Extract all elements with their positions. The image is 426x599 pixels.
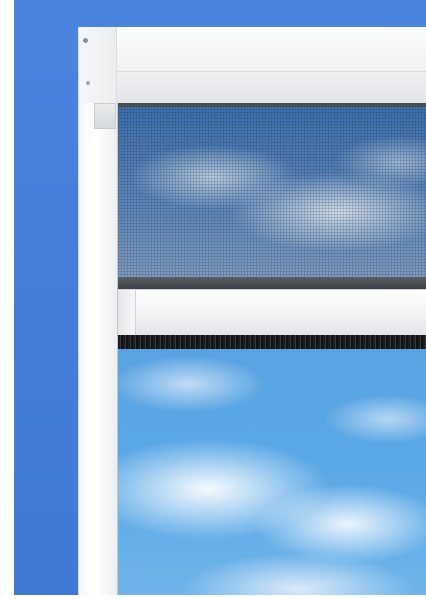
- pull-handle-bar: [118, 289, 426, 335]
- brush-seal: [118, 335, 426, 352]
- cassette-lip: [117, 71, 426, 103]
- sky-view: [118, 349, 426, 599]
- left-white-margin: [0, 0, 14, 599]
- window-screen-photo: [0, 0, 426, 599]
- roller-cassette: [78, 27, 426, 103]
- screw-icon: [86, 81, 90, 85]
- screw-icon: [83, 38, 88, 43]
- rail-clip: [94, 103, 116, 129]
- cassette-endcap: [79, 27, 117, 103]
- side-guide-rail: [78, 103, 118, 599]
- bottom-white-strip: [14, 595, 426, 599]
- handle-endcap: [118, 290, 136, 335]
- mesh-bottom-bar: [118, 277, 426, 289]
- insect-mesh-panel: [118, 103, 426, 281]
